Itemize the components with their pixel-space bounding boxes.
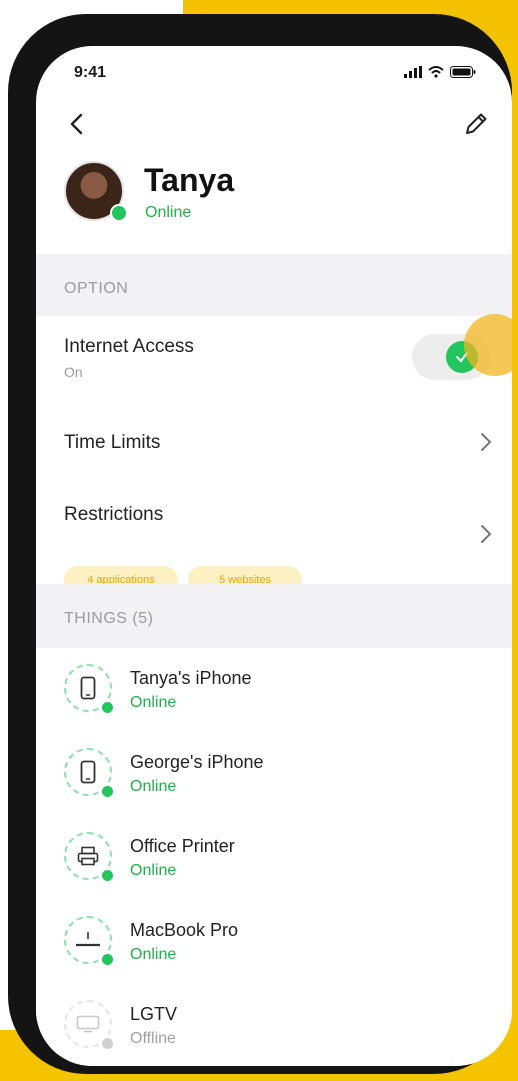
option-section-header: OPTION xyxy=(36,254,512,316)
chevron-right-icon xyxy=(481,433,492,451)
list-item[interactable]: LGTV Offline xyxy=(36,984,512,1066)
device-name: George's iPhone xyxy=(130,752,264,772)
time-limits-row[interactable]: Time Limits xyxy=(36,400,512,485)
volume-down-button xyxy=(12,309,24,383)
volume-up-button xyxy=(12,219,24,293)
device-status: Online xyxy=(130,694,177,711)
signal-icon xyxy=(404,66,422,78)
device-status: Offline xyxy=(130,1030,176,1047)
internet-access-title: Internet Access xyxy=(64,336,194,357)
device-name: LGTV xyxy=(130,1004,178,1024)
device-status: Online xyxy=(130,862,177,879)
profile-header: Tanya Online xyxy=(36,158,512,238)
option-section-title: OPTION xyxy=(64,280,129,297)
status-icons xyxy=(404,66,476,78)
restrictions-title: Restrictions xyxy=(64,504,164,525)
internet-access-row[interactable]: Internet Access On xyxy=(36,314,512,401)
status-bar: 9:41 xyxy=(36,46,512,102)
status-dot xyxy=(100,700,115,715)
status-dot xyxy=(100,868,115,883)
phone-screen: 9:41 Tanya Online OPTION Internet Access… xyxy=(36,46,512,1066)
phone-icon xyxy=(80,676,96,700)
battery-icon xyxy=(450,66,476,78)
list-item[interactable]: George's iPhone Online xyxy=(36,732,512,817)
device-status: Online xyxy=(130,946,177,963)
device-name: Tanya's iPhone xyxy=(130,668,252,688)
device-status: Online xyxy=(130,778,177,795)
printer-icon xyxy=(77,846,99,866)
list-item[interactable]: Tanya's iPhone Online xyxy=(36,648,512,733)
profile-name: Tanya xyxy=(144,162,235,198)
laptop-icon xyxy=(76,932,100,947)
status-time: 9:41 xyxy=(74,64,107,81)
edit-icon[interactable] xyxy=(462,110,490,138)
device-name: Office Printer xyxy=(130,836,235,856)
things-section-header: THINGS (5) xyxy=(36,584,512,648)
things-section-title: THINGS (5) xyxy=(64,610,154,627)
status-dot xyxy=(100,784,115,799)
status-dot xyxy=(100,952,115,967)
phone-icon xyxy=(80,760,96,784)
time-limits-title: Time Limits xyxy=(64,432,161,453)
profile-status: Online xyxy=(145,204,192,221)
internet-access-value: On xyxy=(64,364,83,380)
restrictions-row[interactable]: Restrictions 4 applications 5 websites xyxy=(36,484,512,594)
avatar-online-indicator xyxy=(110,204,128,222)
device-name: MacBook Pro xyxy=(130,920,239,940)
list-item[interactable]: MacBook Pro Online xyxy=(36,900,512,985)
chevron-right-icon xyxy=(481,525,492,543)
nav-bar xyxy=(36,106,512,146)
wifi-icon xyxy=(428,66,444,78)
status-dot xyxy=(100,1036,115,1051)
phone-frame: 9:41 Tanya Online OPTION Internet Access… xyxy=(8,14,512,1074)
tv-icon xyxy=(76,1015,100,1033)
list-item[interactable]: Office Printer Online xyxy=(36,816,512,901)
back-icon[interactable] xyxy=(64,110,92,138)
